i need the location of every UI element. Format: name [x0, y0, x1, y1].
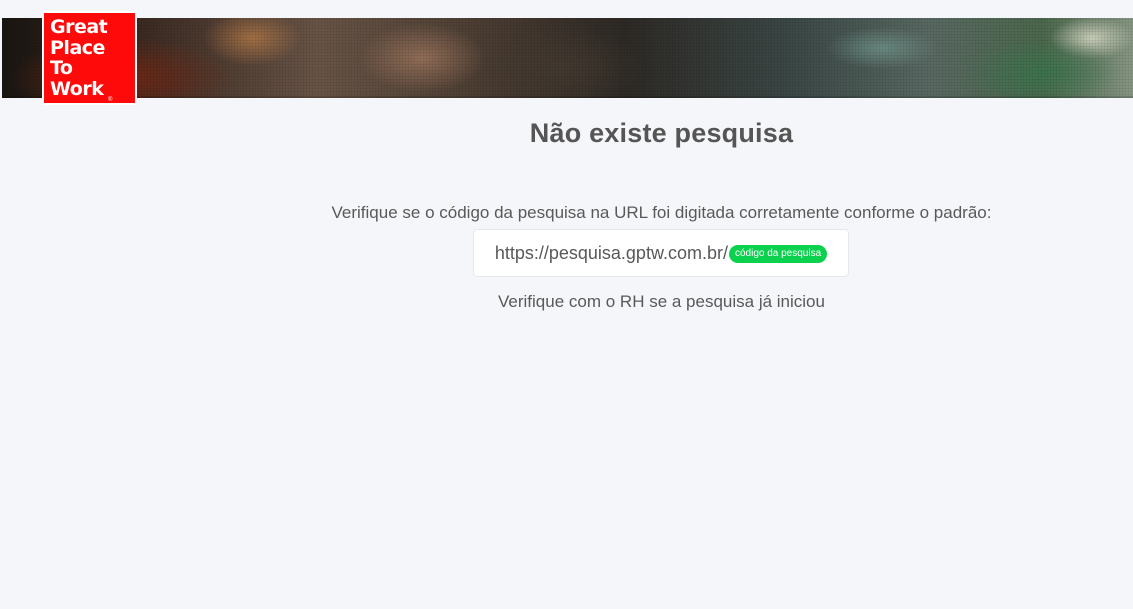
banner-divider	[2, 96, 1133, 98]
url-instruction-text: Verifique se o código da pesquisa na URL…	[331, 203, 992, 222]
great-place-to-work-logo[interactable]: Great Place To Work ®	[42, 11, 137, 105]
page: Great Place To Work ® Não existe pesquis…	[0, 0, 1133, 609]
header-banner	[2, 18, 1133, 98]
logo-badge: Great Place To Work ®	[44, 13, 135, 103]
survey-code-badge: código da pesquisa	[728, 245, 828, 263]
logo-text-line-2: Place	[50, 36, 105, 59]
logo-text-line-4: Work	[50, 77, 104, 100]
url-pattern-box: https://pesquisa.gptw.com.br/ código da …	[473, 229, 849, 277]
logo-text-line-3: To	[50, 57, 73, 79]
hr-hint-text: Verifique com o RH se a pesquisa já inic…	[498, 292, 825, 311]
registered-mark-icon: ®	[108, 97, 113, 103]
logo-text-line-1: Great	[50, 16, 108, 38]
page-title: Não existe pesquisa	[529, 118, 794, 148]
url-base-text: https://pesquisa.gptw.com.br/	[494, 242, 728, 263]
banner-texture	[2, 18, 1133, 98]
